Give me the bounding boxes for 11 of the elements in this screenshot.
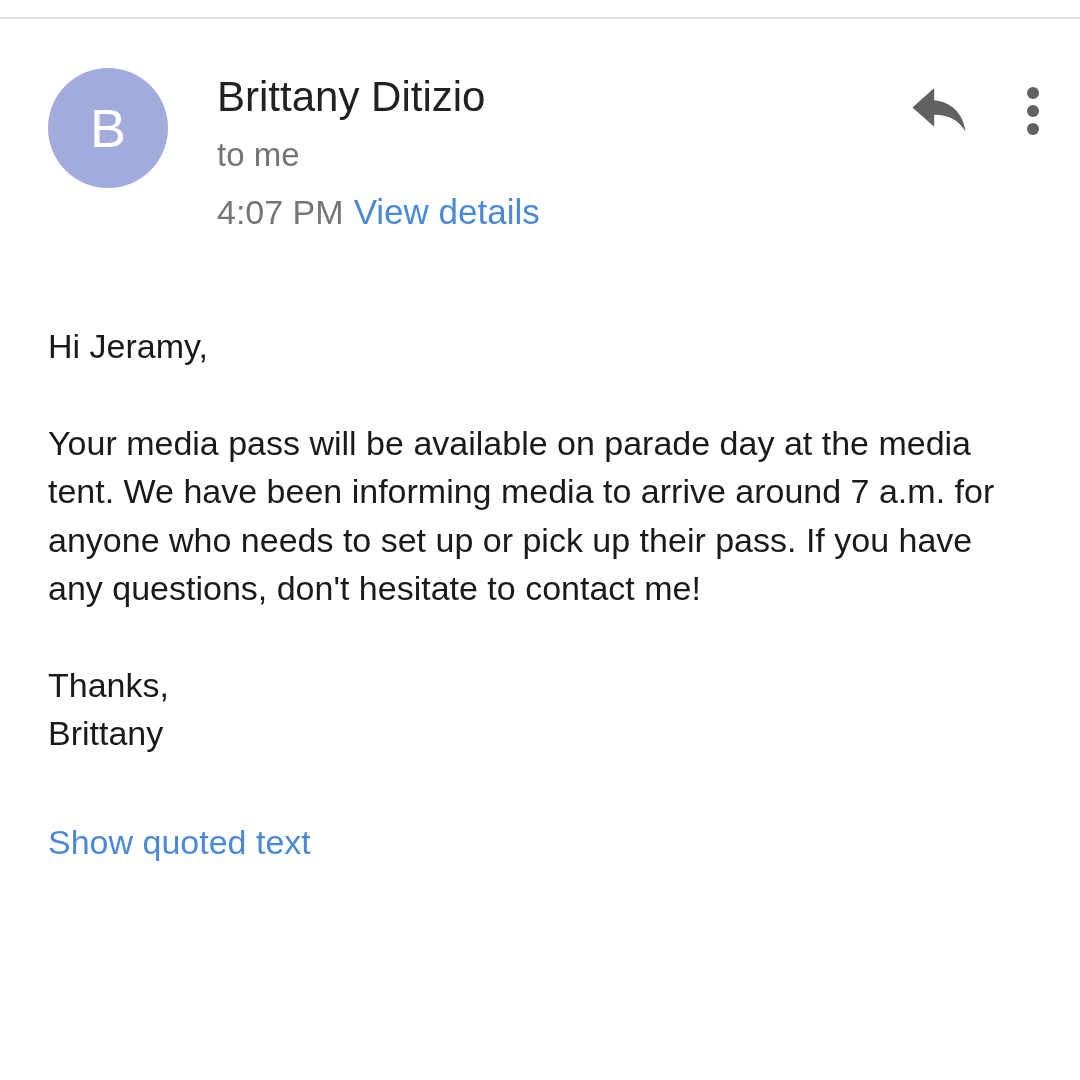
greeting-text: Hi Jeramy, [48,326,209,367]
show-quoted-text-link[interactable]: Show quoted text [48,817,311,866]
avatar: B [48,68,168,188]
recipient-text: to me [217,135,301,175]
signoff-text: Brittany [48,713,165,754]
more-options-icon[interactable] [1026,86,1040,136]
signoff-text: Thanks, [48,664,170,706]
view-details-link[interactable]: View details [353,184,540,240]
message-paragraph: Your media pass will be available on parade day at the media tent. We have been informing media to arrive around 7 a.m. for anyone who needs to set up or pick up their pass. If you have any questions, don't hesitate to contact me! [48,422,996,609]
sender-name: Brittany Ditizio [217,72,487,122]
time-text: 4:07 PM [217,192,344,233]
